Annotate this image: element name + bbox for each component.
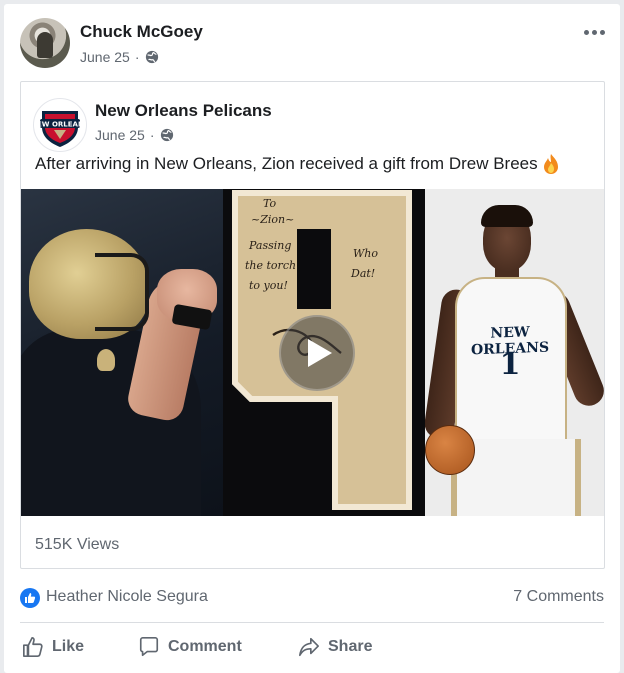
post-date[interactable]: June 25 xyxy=(80,49,130,65)
play-button[interactable] xyxy=(279,315,355,391)
svg-text:Passing: Passing xyxy=(248,239,291,252)
svg-text:To: To xyxy=(263,197,276,210)
video-frame-left xyxy=(21,189,223,516)
caption-text: After arriving in New Orleans, Zion rece… xyxy=(35,154,538,173)
svg-text:Who: Who xyxy=(353,247,378,260)
like-label: Like xyxy=(52,638,85,655)
reactor-name[interactable]: Heather Nicole Segura xyxy=(46,588,208,606)
like-button[interactable]: Like xyxy=(22,636,84,658)
video-player[interactable]: To ~Zion~ Passing the torch to you! Who … xyxy=(21,189,604,516)
view-count: 515K Views xyxy=(35,536,120,553)
divider xyxy=(20,622,604,623)
meta-separator: · xyxy=(134,49,140,65)
svg-text:NEW ORLEANS: NEW ORLEANS xyxy=(34,121,86,129)
fleur-de-lis-icon xyxy=(97,349,115,371)
page-avatar[interactable]: NEW ORLEANS xyxy=(33,98,87,152)
share-icon xyxy=(299,637,319,657)
globe-icon xyxy=(160,128,173,142)
svg-text:~Zion~: ~Zion~ xyxy=(251,213,294,226)
comment-button[interactable]: Comment xyxy=(138,636,242,658)
comments-count[interactable]: 7 Comments xyxy=(513,588,604,606)
reactions-bar: Heather Nicole Segura 7 Comments xyxy=(20,587,604,609)
post-header: Chuck McGoey June 25 · xyxy=(20,18,608,74)
comment-label: Comment xyxy=(168,638,242,655)
post-caption: After arriving in New Orleans, Zion rece… xyxy=(35,153,560,175)
shared-post-date[interactable]: June 25 xyxy=(95,127,145,143)
globe-icon xyxy=(145,50,158,64)
basketball-icon xyxy=(425,425,475,475)
page-name[interactable]: New Orleans Pelicans xyxy=(95,101,272,121)
shared-post: NEW ORLEANS New Orleans Pelicans June 25… xyxy=(20,81,605,569)
meta-separator: · xyxy=(149,127,155,143)
jersey-number: 1 xyxy=(499,347,521,382)
thumbs-up-icon xyxy=(23,637,43,657)
play-icon xyxy=(308,339,332,367)
fire-icon xyxy=(543,154,558,174)
author-avatar[interactable] xyxy=(20,18,70,68)
share-label: Share xyxy=(328,638,373,655)
svg-text:Dat!: Dat! xyxy=(350,267,375,280)
author-name[interactable]: Chuck McGoey xyxy=(80,22,203,42)
svg-text:to you!: to you! xyxy=(249,279,288,292)
like-reaction-icon[interactable] xyxy=(20,588,40,608)
action-bar: Like Comment Share xyxy=(20,632,604,668)
video-frame-right: NEW ORLEANS 1 xyxy=(425,189,604,516)
post-card: Chuck McGoey June 25 · NEW ORLEANS New O… xyxy=(4,4,620,673)
shared-post-meta: June 25 · xyxy=(95,127,174,143)
share-button[interactable]: Share xyxy=(298,636,372,658)
comment-icon xyxy=(139,637,159,657)
more-options-button[interactable] xyxy=(582,22,606,42)
svg-text:the torch: the torch xyxy=(245,259,296,272)
more-dots-icon xyxy=(583,29,589,35)
post-meta: June 25 · xyxy=(80,49,159,65)
pelicans-logo-icon: NEW ORLEANS xyxy=(34,111,86,147)
